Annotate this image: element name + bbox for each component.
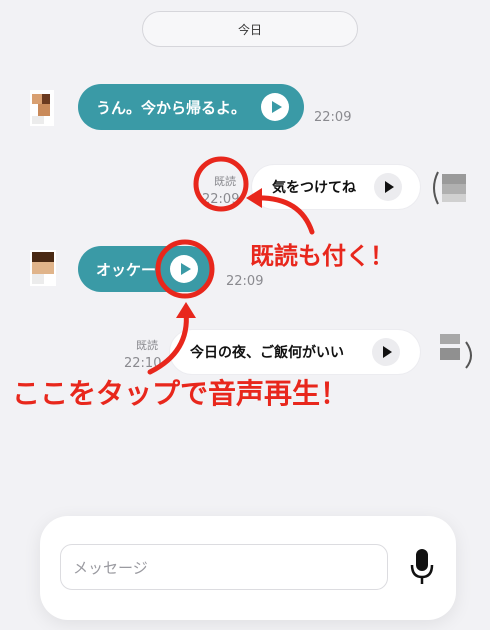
message-input-placeholder: メッセージ bbox=[73, 558, 148, 577]
tap-arrowhead bbox=[176, 302, 196, 318]
message-input[interactable]: メッセージ bbox=[60, 544, 388, 590]
message-text: 気をつけてね bbox=[272, 180, 356, 196]
date-label: 今日 bbox=[237, 22, 262, 37]
message-time: 22:09 bbox=[314, 110, 352, 125]
avatar[interactable] bbox=[24, 88, 64, 128]
message-time: 22:10 bbox=[124, 356, 162, 371]
message-text: オッケー bbox=[96, 260, 157, 279]
message-time: 22:09 bbox=[202, 192, 240, 207]
tap-annotation-text: ここをタップで音声再生！ bbox=[12, 377, 349, 410]
message-text: うん。今から帰るよ。 bbox=[96, 98, 247, 117]
composer-bar: メッセージ bbox=[40, 516, 456, 620]
date-separator: 今日 bbox=[142, 11, 358, 47]
message-bubble[interactable]: 今日の夜、ご飯何がいい bbox=[170, 330, 420, 374]
message-text: 今日の夜、ご飯何がいい bbox=[190, 345, 344, 361]
message-bubble[interactable]: 気をつけてね bbox=[252, 165, 420, 209]
microphone-icon[interactable] bbox=[410, 548, 434, 590]
avatar[interactable] bbox=[436, 330, 476, 370]
play-icon[interactable] bbox=[372, 338, 400, 366]
avatar[interactable] bbox=[430, 168, 470, 208]
message-time: 22:09 bbox=[226, 274, 264, 289]
message-bubble[interactable]: うん。今から帰るよ。 bbox=[78, 84, 304, 130]
read-receipt: 既読 bbox=[136, 339, 158, 352]
play-icon[interactable] bbox=[374, 173, 402, 201]
read-receipt: 既読 bbox=[214, 175, 236, 188]
play-icon[interactable] bbox=[261, 93, 289, 121]
message-bubble[interactable]: オッケー bbox=[78, 246, 212, 292]
avatar[interactable] bbox=[24, 248, 64, 288]
play-icon[interactable] bbox=[170, 255, 198, 283]
read-annotation-text: 既読も付く！ bbox=[250, 242, 394, 270]
